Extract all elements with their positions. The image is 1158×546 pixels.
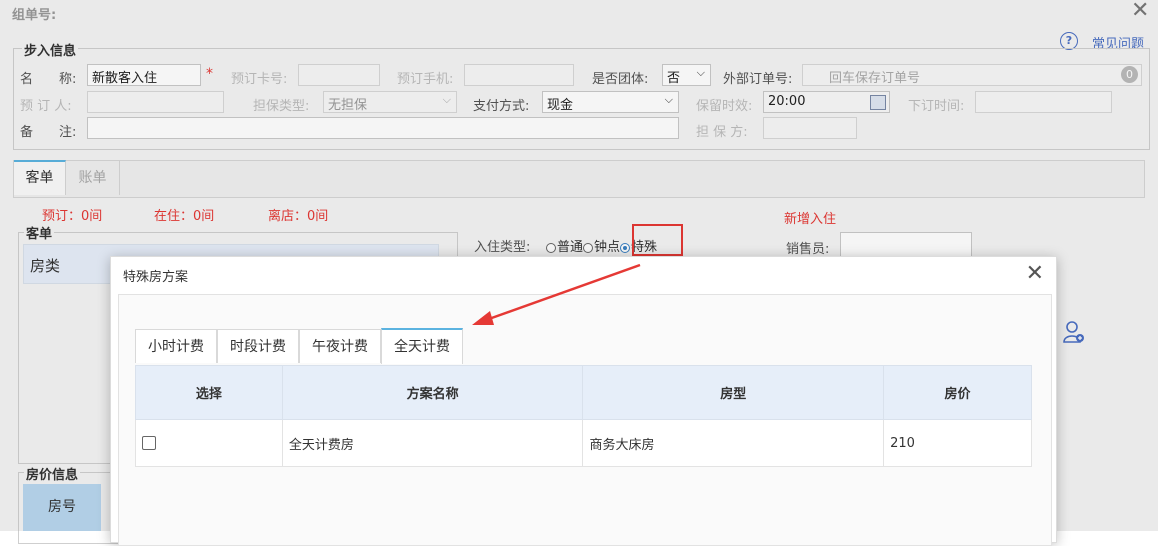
- select-cell: [135, 419, 283, 467]
- column-header-price: 房价: [883, 365, 1032, 420]
- tab-hourly-billing[interactable]: 小时计费: [135, 329, 217, 363]
- close-icon[interactable]: ✕: [1026, 261, 1044, 286]
- plan-name-cell: 全天计费房: [281, 419, 584, 467]
- column-header-select: 选择: [135, 365, 283, 420]
- tab-fullday-billing[interactable]: 全天计费: [381, 328, 463, 364]
- price-cell: 210: [883, 419, 1032, 467]
- annotation-arrow: [472, 263, 641, 325]
- dialog-title: 特殊房方案: [123, 270, 189, 285]
- table-row[interactable]: 全天计费房 商务大床房 210: [135, 419, 1032, 467]
- table-header-row: 选择 方案名称 房型 房价: [135, 365, 1032, 420]
- row-checkbox[interactable]: [142, 436, 156, 450]
- room-type-cell: 商务大床房: [582, 419, 885, 467]
- tab-period-billing[interactable]: 时段计费: [217, 329, 299, 363]
- tab-midnight-billing[interactable]: 午夜计费: [299, 329, 381, 363]
- plan-table: 选择 方案名称 房型 房价 全天计费房 商务大床房 210: [135, 365, 1032, 467]
- column-header-room-type: 房型: [582, 365, 885, 420]
- column-header-plan-name: 方案名称: [281, 365, 584, 420]
